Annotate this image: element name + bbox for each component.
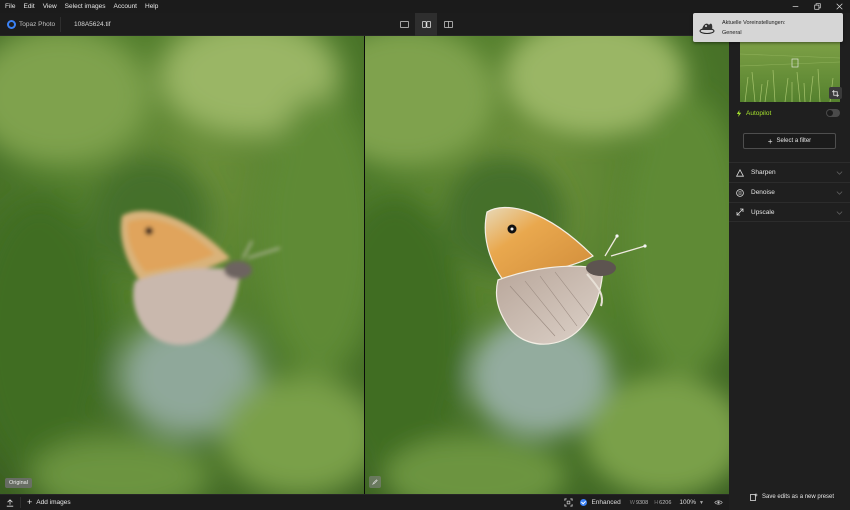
enhanced-image-pane[interactable] [365, 36, 729, 494]
denoise-icon [736, 188, 744, 197]
menu-account[interactable]: Account [110, 0, 142, 13]
single-view-icon [399, 21, 409, 28]
single-view-button[interactable] [393, 13, 415, 36]
autopilot-row: Autopilot [736, 110, 771, 117]
notification-title: Aktuelle Voreinstellungen: [722, 20, 786, 26]
filter-upscale[interactable]: Upscale [729, 202, 850, 222]
filter-label: Upscale [751, 208, 775, 216]
save-preset-icon [750, 493, 758, 501]
menu-bar: File Edit View Select images Account Hel… [0, 0, 850, 13]
height-label: H [654, 499, 659, 506]
zoom-level[interactable]: 100% [679, 499, 696, 506]
app-logo[interactable]: Topaz Photo [7, 13, 55, 36]
eye-icon[interactable] [714, 499, 723, 506]
top-toolbar: Topaz Photo 108A5624.tif [0, 13, 729, 36]
menu-view[interactable]: View [39, 0, 61, 13]
minimize-button[interactable] [784, 0, 806, 13]
width-label: W [629, 499, 635, 506]
focus-frame-icon[interactable] [564, 498, 574, 507]
bottom-divider [20, 497, 21, 508]
chevron-down-icon [836, 211, 843, 215]
split-view-button[interactable] [437, 13, 459, 36]
file-name: 108A5624.tif [74, 21, 111, 28]
filter-label: Sharpen [751, 169, 776, 176]
split-view-icon [443, 21, 453, 28]
app-name: Topaz Photo [19, 21, 56, 28]
side-by-side-view-button[interactable] [415, 13, 437, 36]
menu-file[interactable]: File [0, 0, 19, 13]
lightning-bolt-icon [736, 110, 742, 117]
original-image-pane[interactable]: Original [0, 36, 364, 494]
chevron-down-icon [836, 171, 843, 175]
navigator-thumbnail[interactable] [740, 42, 840, 102]
enhanced-check-icon[interactable] [580, 499, 588, 506]
menu-select-images[interactable]: Select images [61, 0, 110, 13]
restore-icon [813, 3, 821, 10]
filter-label: Denoise [751, 189, 775, 196]
expand-arrows-icon [736, 208, 744, 216]
crop-icon [832, 89, 839, 97]
minimize-icon [792, 6, 798, 7]
preset-icon [699, 23, 715, 34]
filter-denoise[interactable]: Denoise [729, 182, 850, 202]
window-controls [784, 0, 850, 13]
bottom-bar: + Add images Enhanced W 9308 H 6206 100%… [0, 494, 729, 510]
zoom-chevron-down-icon[interactable]: ▼ [699, 500, 704, 506]
triangle-icon [736, 168, 744, 177]
export-button[interactable] [0, 495, 20, 510]
edit-mask-button[interactable] [369, 476, 381, 488]
toggle-knob [827, 110, 833, 116]
menu-edit[interactable]: Edit [19, 0, 38, 13]
enhanced-butterfly-photo [365, 36, 729, 494]
close-icon [835, 3, 843, 10]
view-mode-switcher [393, 13, 459, 36]
save-preset-label: Save edits as a new preset [762, 494, 835, 500]
original-label: Original [5, 478, 32, 488]
filter-sharpen[interactable]: Sharpen [729, 162, 850, 182]
filter-list: Sharpen Denoise Upscale [729, 162, 850, 222]
upload-icon [6, 498, 14, 507]
restore-button[interactable] [806, 0, 828, 13]
image-width: 9308 [635, 499, 649, 506]
chevron-down-icon [836, 191, 843, 195]
plus-icon: + [767, 136, 773, 146]
original-butterfly-photo [0, 36, 364, 494]
enhanced-label: Enhanced [591, 499, 621, 506]
side-by-side-icon [421, 21, 431, 28]
save-preset-button[interactable]: Save edits as a new preset [750, 493, 834, 501]
topaz-logo-icon [7, 20, 16, 29]
thumbnail-grass-photo [740, 42, 840, 102]
plus-icon: + [27, 497, 33, 507]
menu-help[interactable]: Help [141, 0, 162, 13]
crop-button[interactable] [829, 87, 842, 99]
image-info: Enhanced W 9308 H 6206 100% ▼ [564, 495, 723, 510]
autopilot-label: Autopilot [746, 110, 772, 117]
notification-subtitle: General [722, 30, 742, 36]
preset-notification: Aktuelle Voreinstellungen: General [693, 13, 843, 42]
select-filter-label: Select a filter [776, 138, 812, 144]
image-height: 6206 [659, 499, 672, 506]
toolbar-divider [60, 17, 61, 32]
close-button[interactable] [828, 0, 850, 13]
autopilot-toggle[interactable] [826, 109, 840, 117]
add-images-label: Add images [36, 499, 71, 506]
pencil-icon [372, 479, 378, 485]
add-images-button[interactable]: + Add images [27, 495, 71, 510]
select-filter-button[interactable]: + Select a filter [743, 133, 836, 149]
